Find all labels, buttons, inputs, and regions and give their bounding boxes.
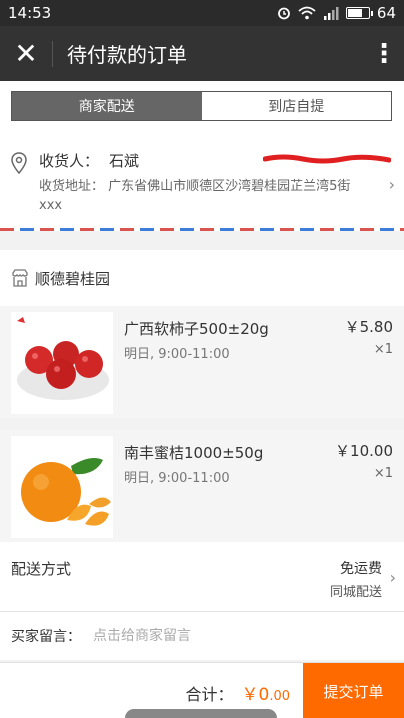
- item-price: ￥5.80: [344, 318, 393, 336]
- tangerine-image: [11, 436, 113, 538]
- page-title: 待付款的订单: [67, 43, 187, 67]
- tab-merchant-delivery[interactable]: 商家配送: [12, 92, 202, 120]
- persimmon-image: [11, 312, 113, 414]
- battery-icon: [345, 7, 373, 19]
- amount-integer: 0: [258, 685, 270, 705]
- total-label: 合计：: [185, 685, 234, 704]
- more-icon: ⋮: [371, 38, 397, 69]
- item-delivery-time: 明日, 9:00-11:00: [124, 347, 230, 362]
- address-card[interactable]: 收货人： 石斌 收货地址： 广东省佛山市顺德区沙湾碧桂园芷兰湾5街xxx ›: [0, 133, 404, 231]
- order-item[interactable]: 广西软柿子500±20g 明日, 9:00-11:00 ￥5.80 ×1: [0, 306, 404, 418]
- order-total: 合计： ￥0.00: [185, 680, 290, 705]
- wifi-icon: [298, 6, 316, 20]
- address-line: 收货地址： 广东省佛山市顺德区沙湾碧桂园芷兰湾5街xxx: [39, 177, 369, 215]
- delivery-type-tabs: 商家配送 到店自提: [11, 91, 392, 121]
- signal-icon: [323, 7, 339, 20]
- shop-name: 顺德碧桂园: [35, 269, 111, 288]
- title-bar: ✕ 待付款的订单 ⋮: [0, 26, 404, 81]
- close-icon: ✕: [14, 37, 38, 70]
- status-bar: 14:53 64: [0, 0, 404, 26]
- item-quantity: ×1: [373, 466, 393, 481]
- chevron-right-icon: ›: [388, 175, 395, 194]
- buyer-message-label: 买家留言：: [11, 629, 81, 645]
- item-quantity: ×1: [373, 342, 393, 357]
- tangerine-illustration: [21, 458, 111, 526]
- status-time: 14:53: [8, 4, 52, 22]
- alarm-icon: [278, 7, 290, 20]
- more-menu-button[interactable]: ⋮: [364, 26, 404, 81]
- order-item[interactable]: 南丰蜜桔1000±50g 明日, 9:00-11:00 ￥10.00 ×1: [0, 430, 404, 542]
- shop-header: 顺德碧桂园: [0, 250, 404, 306]
- delivery-type-section: 商家配送 到店自提: [0, 81, 404, 133]
- total-amount: ￥0.00: [241, 685, 290, 705]
- receiver-name: 石斌: [109, 152, 140, 170]
- address-label: 收货地址：: [39, 179, 105, 194]
- currency-symbol: ￥: [241, 685, 259, 705]
- receiver-line: 收货人： 石斌: [39, 150, 139, 171]
- redacted-phone-scribble: [263, 154, 391, 164]
- item-name: 南丰蜜桔1000±50g: [124, 444, 264, 462]
- tab-store-pickup[interactable]: 到店自提: [201, 92, 391, 120]
- delivery-method-label: 配送方式: [11, 560, 72, 578]
- delivery-fee: 免运费: [340, 561, 382, 577]
- persimmon-illustration: [17, 317, 109, 400]
- delivery-method-value: 同城配送: [329, 585, 382, 600]
- item-name: 广西软柿子500±20g: [124, 320, 269, 338]
- chevron-right-icon: ›: [389, 568, 396, 587]
- buyer-message-row: 买家留言：: [0, 612, 404, 660]
- item-delivery-time: 明日, 9:00-11:00: [124, 471, 230, 486]
- store-icon: [12, 269, 28, 287]
- item-price: ￥10.00: [335, 442, 393, 460]
- submit-order-button[interactable]: 提交订单: [303, 663, 404, 718]
- airmail-border: [0, 228, 404, 231]
- location-pin-icon: [11, 152, 27, 174]
- close-button[interactable]: ✕: [0, 26, 52, 81]
- receiver-label: 收货人：: [39, 152, 100, 170]
- battery-level: 64: [376, 4, 396, 22]
- home-indicator: [125, 709, 277, 718]
- amount-decimal: .00: [269, 689, 290, 704]
- buyer-message-input[interactable]: [93, 628, 353, 644]
- delivery-method-row[interactable]: 配送方式 免运费 同城配送 ›: [0, 542, 404, 612]
